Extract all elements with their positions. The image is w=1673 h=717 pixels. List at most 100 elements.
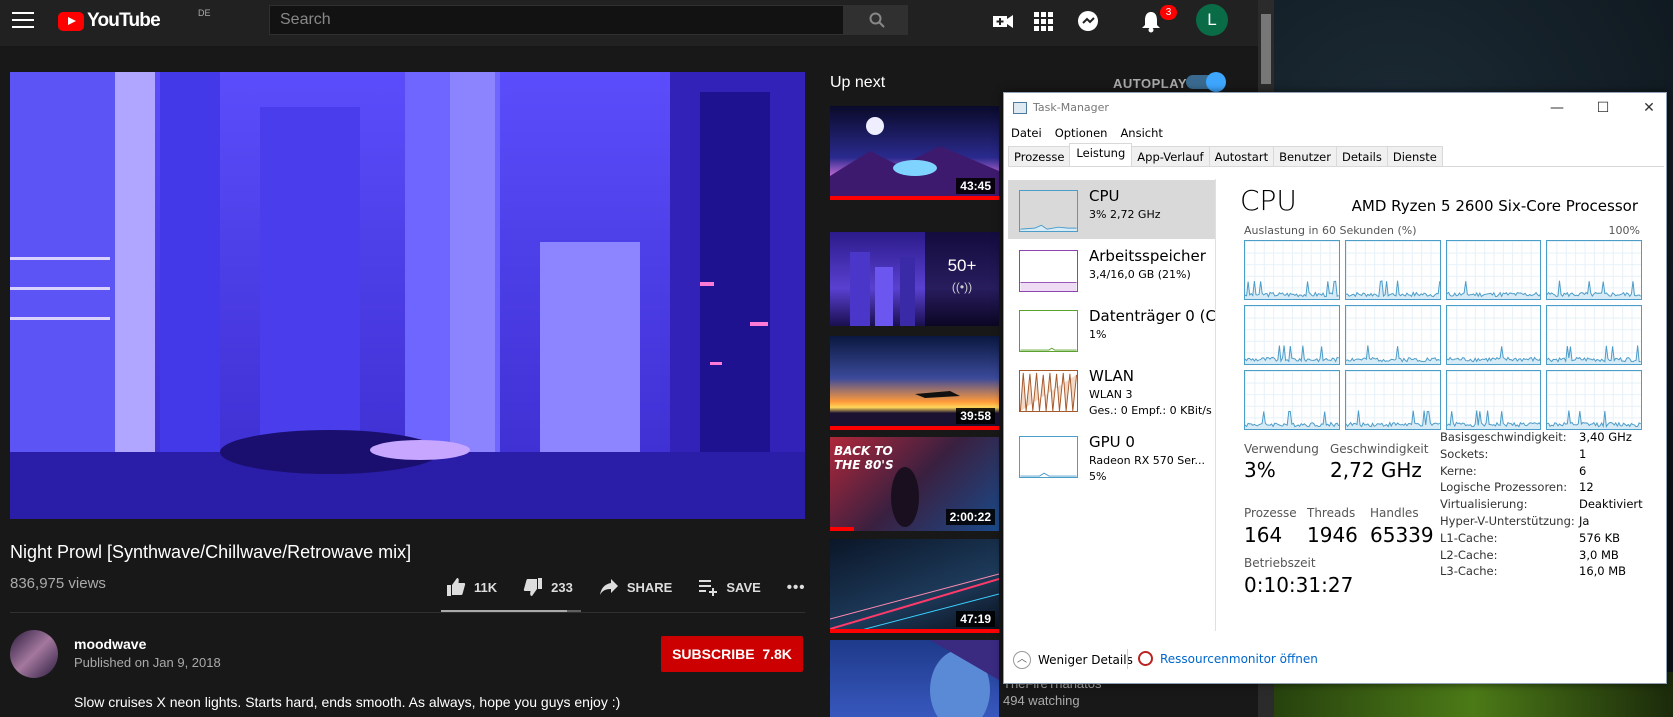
sidebar-item-cpu[interactable]: CPU 3% 2,72 GHz: [1008, 180, 1215, 239]
usage-value: 3%: [1244, 458, 1276, 482]
autoplay-toggle[interactable]: [1186, 72, 1226, 92]
tab-prozesse[interactable]: Prozesse: [1008, 146, 1071, 166]
video-player[interactable]: [10, 72, 805, 519]
detail-value: 3,40 GHz: [1579, 430, 1632, 444]
like-count: 11K: [474, 579, 498, 595]
upnext-thumbnail-6[interactable]: [830, 640, 999, 717]
video-title: Night Prowl [Synthwave/Chillwave/Retrowa…: [10, 542, 412, 562]
notification-badge: 3: [1160, 5, 1177, 20]
detail-value: Ja: [1579, 514, 1590, 528]
search-button[interactable]: [844, 5, 908, 35]
pane-divider[interactable]: [1215, 179, 1216, 631]
video-duration: 2:00:22: [945, 509, 995, 525]
logical-processor-graph: [1344, 305, 1441, 365]
sidebar-item-disk[interactable]: Datenträger 0 (C: D 1%: [1008, 300, 1215, 359]
tab-dienste[interactable]: Dienste: [1386, 146, 1443, 166]
like-button[interactable]: 11K: [446, 577, 497, 597]
sidebar-sub2: 5%: [1089, 470, 1107, 483]
logical-processor-graph: [1546, 305, 1642, 365]
tab-details[interactable]: Details: [1335, 146, 1388, 166]
menubar: Datei Optionen Ansicht: [1011, 126, 1163, 140]
sidebar-item-wlan[interactable]: WLAN WLAN 3 Ges.: 0 Empf.: 0 KBit/s: [1008, 360, 1215, 419]
account-avatar[interactable]: L: [1196, 4, 1228, 36]
youtube-play-icon: [58, 11, 84, 31]
wlan-sparkline: [1019, 370, 1078, 412]
tab-app-verlauf[interactable]: App-Verlauf: [1131, 146, 1210, 166]
toggle-knob: [1206, 72, 1226, 92]
upnext-thumbnail-1[interactable]: 43:45: [830, 106, 999, 200]
upnext-thumbnail-2[interactable]: 50+ ((•)): [830, 232, 999, 326]
share-icon: [599, 579, 618, 595]
tab-benutzer[interactable]: Benutzer: [1273, 146, 1337, 166]
menu-datei[interactable]: Datei: [1011, 126, 1042, 140]
video-actions: 11K 233 SHARE SAVE •••: [446, 575, 832, 599]
more-actions-icon[interactable]: •••: [787, 579, 806, 596]
detail-key: L3-Cache:: [1440, 564, 1498, 579]
task-manager-window: Task-Manager — ☐ ✕ Datei Optionen Ansich…: [1003, 92, 1667, 684]
youtube-logo[interactable]: YouTube DE: [58, 8, 211, 33]
resource-monitor-link[interactable]: Ressourcenmonitor öffnen: [1138, 651, 1318, 666]
uptime-label: Betriebszeit: [1244, 556, 1316, 570]
logical-processor-graph: [1344, 370, 1441, 430]
scrollbar-thumb[interactable]: [1261, 14, 1271, 84]
handles-value: 65339: [1370, 523, 1434, 547]
channel-name[interactable]: moodwave: [74, 636, 146, 652]
detail-value: 576 KB: [1579, 530, 1621, 545]
detail-key: L1-Cache:: [1440, 530, 1498, 545]
sidebar-sub: 3,4/16,0 GB (21%): [1089, 268, 1191, 281]
video-description: Slow cruises X neon lights. Starts hard,…: [74, 694, 621, 710]
usage-label: Verwendung: [1244, 442, 1319, 456]
logical-processor-graph: [1244, 240, 1340, 300]
live-overlay: 50+ ((•)): [925, 232, 999, 326]
sidebar-sub: Radeon RX 570 Ser...: [1089, 454, 1206, 467]
sidebar-item-memory[interactable]: Arbeitsspeicher 3,4/16,0 GB (21%): [1008, 240, 1215, 299]
svg-text:BACK TO: BACK TO: [834, 444, 893, 458]
tab-leistung[interactable]: Leistung: [1069, 143, 1133, 166]
upnext-thumbnail-5[interactable]: 47:19: [830, 539, 999, 633]
messages-icon[interactable]: [1075, 8, 1101, 34]
fewer-details-label: Weniger Details: [1038, 653, 1133, 667]
maximize-icon[interactable]: ☐: [1580, 93, 1626, 123]
share-button[interactable]: SHARE: [599, 578, 673, 596]
sidebar-item-gpu[interactable]: GPU 0 Radeon RX 570 Ser... 5%: [1008, 426, 1215, 485]
create-video-icon[interactable]: [990, 8, 1016, 34]
menu-ansicht[interactable]: Ansicht: [1120, 126, 1162, 140]
speed-label: Geschwindigkeit: [1330, 442, 1429, 456]
apps-icon[interactable]: [1030, 8, 1056, 34]
upnext-thumbnail-3[interactable]: 39:58: [830, 336, 999, 430]
channel-avatar[interactable]: [10, 630, 58, 678]
tab-autostart[interactable]: Autostart: [1208, 146, 1275, 166]
logical-processor-graph: [1344, 240, 1441, 300]
resource-monitor-icon: [1138, 651, 1153, 666]
logical-processor-graph: [1445, 240, 1542, 300]
graph-max: 100%: [1608, 224, 1640, 237]
live-watching-count: 494 watching: [1003, 693, 1080, 708]
window-titlebar[interactable]: Task-Manager: [1013, 101, 1109, 114]
minimize-icon[interactable]: —: [1534, 93, 1580, 123]
video-frame-cityscape: [10, 72, 805, 519]
search-input[interactable]: Search: [269, 5, 844, 35]
divider: [10, 612, 805, 613]
fewer-details-button[interactable]: ︿ Weniger Details: [1013, 651, 1133, 669]
watched-progress: [830, 196, 999, 200]
subscriber-count: 7.8K: [762, 646, 792, 662]
detail-value: Deaktiviert: [1579, 497, 1643, 512]
cpu-model: AMD Ryzen 5 2600 Six-Core Processor: [1351, 197, 1638, 215]
menu-icon[interactable]: [12, 12, 34, 28]
logical-processor-graph: [1546, 240, 1642, 300]
svg-text:THE 80'S: THE 80'S: [834, 458, 894, 472]
country-code: DE: [198, 8, 211, 18]
logical-processor-graphs: [1244, 240, 1642, 430]
share-label: SHARE: [626, 579, 673, 595]
close-icon[interactable]: ✕: [1626, 93, 1672, 123]
graph-caption: Auslastung in 60 Sekunden (%): [1244, 224, 1417, 237]
subscribe-button[interactable]: SUBSCRIBE 7.8K: [661, 636, 803, 672]
dislike-count: 233: [551, 579, 573, 595]
processes-label: Prozesse: [1244, 506, 1297, 520]
sidebar-name: WLAN: [1089, 367, 1135, 385]
upnext-thumbnail-4[interactable]: BACK TO THE 80'S 2:00:22: [830, 437, 999, 531]
dislike-button[interactable]: 233: [523, 577, 573, 597]
menu-optionen[interactable]: Optionen: [1055, 126, 1108, 140]
save-button[interactable]: SAVE: [698, 578, 761, 596]
logical-processor-graph: [1445, 305, 1542, 365]
